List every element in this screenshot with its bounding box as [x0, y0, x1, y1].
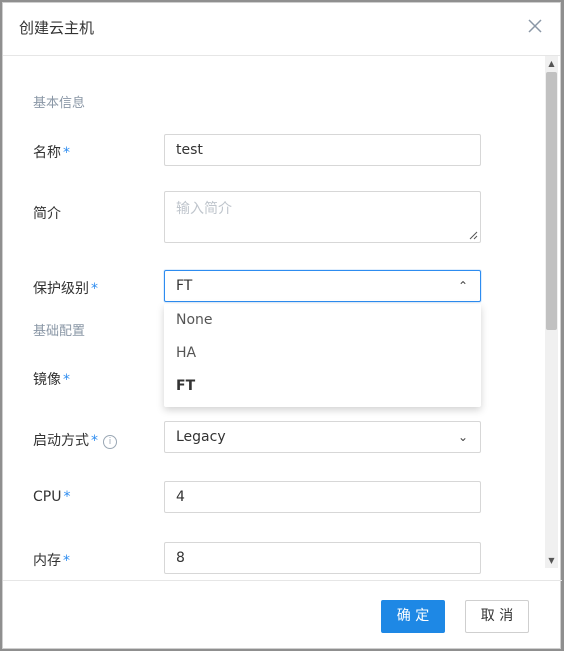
boot-value: Legacy: [176, 429, 226, 445]
close-icon[interactable]: [524, 15, 546, 37]
description-label: 简介: [33, 206, 61, 222]
dialog-header: 创建云主机: [3, 3, 560, 56]
cpu-input[interactable]: 4: [164, 481, 481, 513]
required-marker: *: [63, 489, 71, 505]
boot-label: 启动方式 * i: [33, 430, 117, 450]
image-label: 镜像 *: [33, 372, 70, 388]
section-basic-config: 基础配置: [33, 324, 86, 339]
protection-label: 保护级别 *: [33, 281, 98, 297]
confirm-button[interactable]: 确 定: [381, 600, 445, 633]
info-icon[interactable]: i: [103, 435, 117, 449]
scrollbar-thumb[interactable]: [546, 72, 557, 330]
chevron-down-icon: ⌄: [457, 430, 468, 444]
option-ha[interactable]: HA: [164, 337, 481, 370]
vertical-scrollbar[interactable]: ▲ ▼: [545, 56, 558, 568]
name-label: 名称 *: [33, 145, 70, 161]
name-input[interactable]: test: [164, 134, 481, 166]
dialog-title: 创建云主机: [19, 19, 95, 37]
memory-input[interactable]: 8 GB ⌄: [164, 542, 481, 574]
protection-select[interactable]: FT ⌃: [164, 270, 481, 302]
description-textarea[interactable]: 输入简介: [164, 191, 481, 243]
required-marker: *: [91, 281, 98, 297]
protection-value: FT: [176, 278, 193, 294]
required-marker: *: [91, 433, 98, 449]
memory-label: 内存 *: [33, 553, 70, 569]
boot-select[interactable]: Legacy ⌄: [164, 421, 481, 453]
required-marker: *: [63, 553, 70, 569]
scroll-down-icon[interactable]: ▼: [547, 556, 556, 565]
scroll-up-icon[interactable]: ▲: [547, 59, 556, 68]
protection-dropdown: None HA FT: [164, 304, 481, 407]
create-vm-dialog: 创建云主机 基本信息 名称 * test 简介 输入简介 保护级别 * FT ⌃ 基…: [2, 2, 562, 649]
section-basic-info: 基本信息: [33, 96, 86, 111]
dialog-footer: 确 定 取 消: [3, 580, 562, 649]
option-ft[interactable]: FT: [164, 370, 481, 403]
required-marker: *: [63, 145, 70, 161]
cancel-button[interactable]: 取 消: [465, 600, 529, 633]
option-none[interactable]: None: [164, 304, 481, 337]
cpu-label: CPU *: [33, 489, 71, 505]
memory-value: 8: [176, 550, 185, 566]
chevron-up-icon: ⌃: [457, 279, 468, 293]
resize-handle-icon[interactable]: [469, 231, 478, 240]
required-marker: *: [63, 372, 70, 388]
dialog-body: 基本信息 名称 * test 简介 输入简介 保护级别 * FT ⌃ 基础配置 镜像…: [3, 56, 562, 579]
description-placeholder: 输入简介: [176, 201, 232, 217]
